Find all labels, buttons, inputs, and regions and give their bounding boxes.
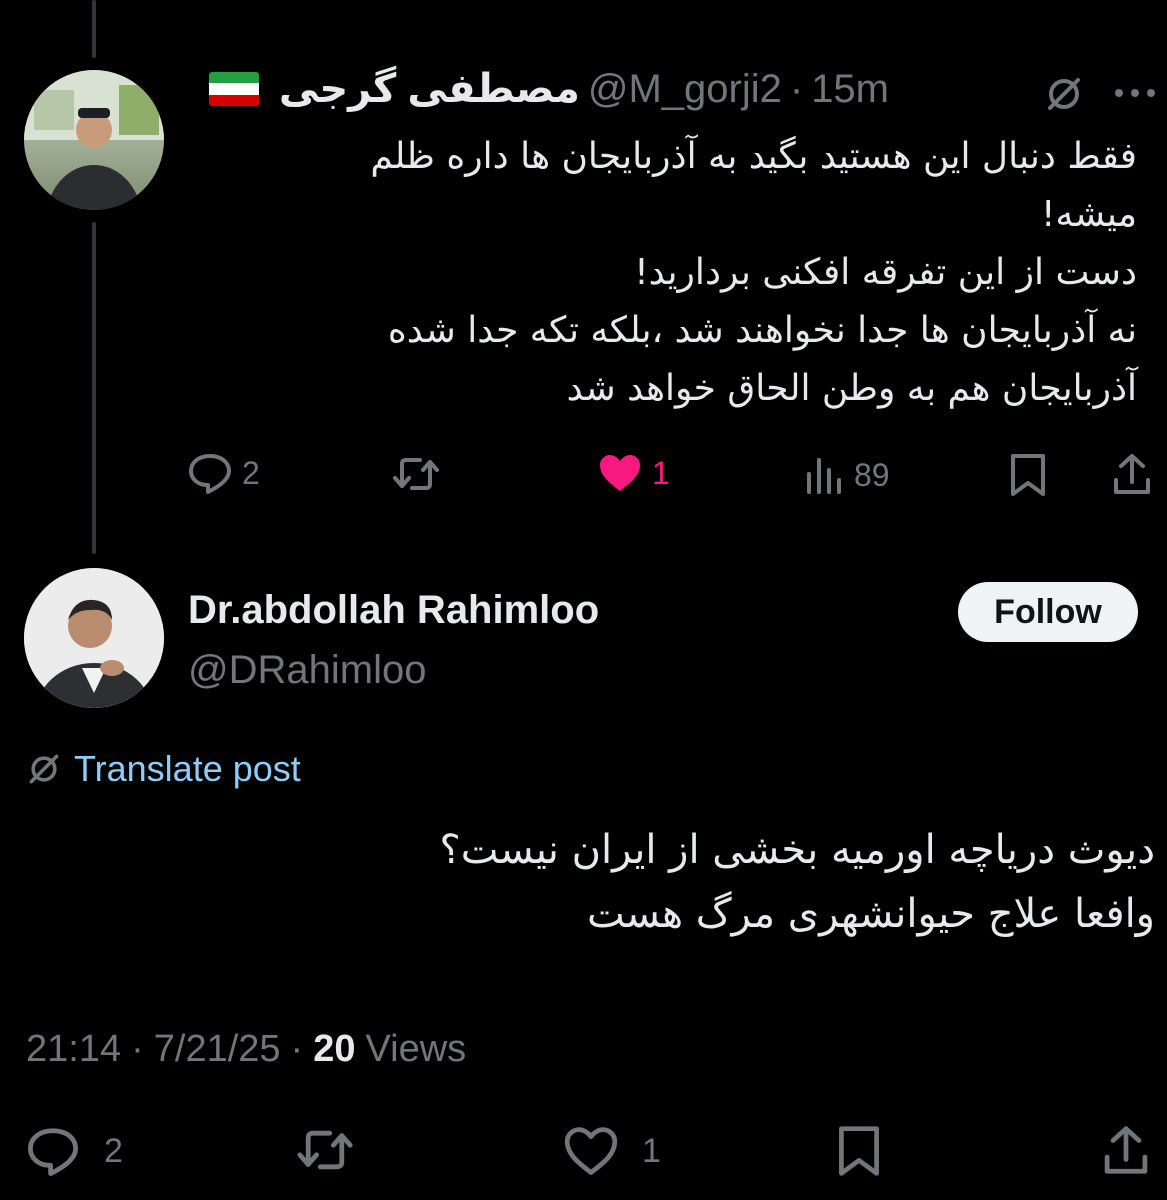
heart-icon bbox=[564, 1126, 618, 1176]
top-reply-button[interactable]: 2 bbox=[188, 452, 260, 494]
main-reply-count: 2 bbox=[104, 1131, 123, 1170]
translate-icon bbox=[26, 751, 62, 787]
main-tweet-handle[interactable]: @DRahimloo bbox=[188, 648, 426, 693]
top-tweet-time[interactable]: 15m bbox=[811, 67, 889, 112]
top-views-count: 89 bbox=[854, 456, 890, 493]
retweet-icon bbox=[392, 454, 440, 494]
translate-post-link[interactable]: Translate post bbox=[26, 748, 301, 790]
dot-separator: · bbox=[131, 1028, 144, 1070]
avatar-drahimloo[interactable] bbox=[24, 568, 164, 708]
main-tweet-meta: 21:14 · 7/21/25 · 20 Views bbox=[26, 1028, 466, 1071]
top-views-button[interactable]: 89 bbox=[804, 456, 890, 494]
top-like-count: 1 bbox=[652, 454, 670, 491]
top-tweet-text: فقط دنبال این هستید بگید به آذربایجان ها… bbox=[370, 136, 1137, 409]
top-share-icon[interactable] bbox=[1112, 452, 1152, 496]
top-like-button[interactable]: 1 bbox=[598, 452, 670, 494]
main-share-icon[interactable] bbox=[1102, 1124, 1150, 1176]
main-tweet-views-count[interactable]: 20 bbox=[313, 1028, 355, 1071]
translate-post-label: Translate post bbox=[74, 748, 301, 789]
dot-separator: · bbox=[789, 66, 804, 111]
thread-line-top bbox=[92, 0, 96, 58]
main-like-button[interactable]: 1 bbox=[564, 1126, 661, 1176]
follow-button[interactable]: Follow bbox=[958, 582, 1138, 642]
iran-flag-icon bbox=[208, 72, 259, 106]
top-retweet-button[interactable] bbox=[392, 454, 440, 494]
main-retweet-button[interactable] bbox=[296, 1126, 354, 1174]
more-icon[interactable] bbox=[1113, 86, 1157, 100]
avatar-m-gorji[interactable] bbox=[24, 70, 164, 210]
top-tweet-display-name[interactable]: مصطفی گرجی bbox=[279, 66, 580, 112]
main-tweet-date[interactable]: 7/21/25 bbox=[154, 1028, 281, 1071]
main-tweet-text: دیوث دریاچه اورمیه بخشی از ایران نیست؟ و… bbox=[439, 827, 1155, 937]
top-bookmark-icon[interactable] bbox=[1009, 452, 1047, 498]
main-tweet-display-name[interactable]: Dr.abdollah Rahimloo bbox=[188, 588, 599, 633]
reply-icon bbox=[188, 452, 232, 494]
grok-icon[interactable] bbox=[1044, 74, 1084, 114]
top-tweet-handle[interactable]: @M_gorji2 bbox=[588, 67, 782, 112]
main-like-count: 1 bbox=[642, 1131, 661, 1170]
views-icon bbox=[804, 456, 844, 494]
thread-line-bottom bbox=[92, 222, 96, 554]
main-bookmark-icon[interactable] bbox=[836, 1124, 882, 1178]
heart-icon bbox=[598, 452, 642, 494]
reply-icon bbox=[26, 1126, 80, 1176]
top-reply-count: 2 bbox=[242, 454, 260, 491]
dot-separator: · bbox=[290, 1028, 304, 1070]
main-reply-button[interactable]: 2 bbox=[26, 1126, 123, 1176]
main-tweet-time[interactable]: 21:14 bbox=[26, 1028, 121, 1071]
top-tweet-header: مصطفی گرجی @M_gorji2 · 15m bbox=[208, 66, 889, 112]
main-tweet-views-label: Views bbox=[365, 1028, 467, 1070]
